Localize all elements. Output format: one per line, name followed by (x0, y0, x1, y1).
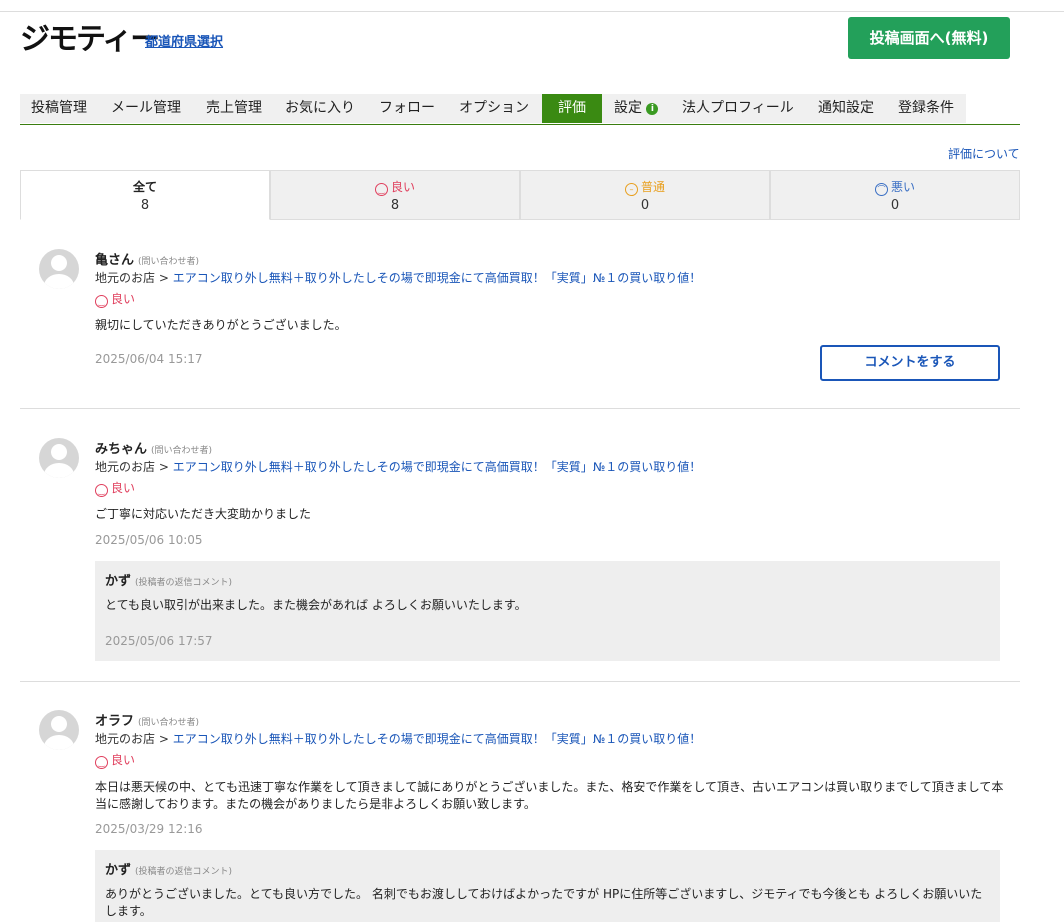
prefecture-select-link[interactable]: 都道府県選択 (145, 31, 223, 50)
avatar (39, 249, 79, 289)
review-text: 本日は悪天候の中、とても迅速丁寧な作業をして頂きまして誠にありがとうございました… (95, 780, 1004, 811)
reply-role: (投稿者の返信コメント) (135, 867, 233, 877)
reviewer-role: (問い合わせ者) (138, 257, 200, 267)
seller-reply: かず (投稿者の返信コメント) ありがとうございました。とても良い方でした。 名刺… (95, 850, 1000, 922)
listing-link[interactable]: エアコン取り外し無料＋取り外したしその場で即現金にて高価買取！「実質」№１の買い… (173, 271, 701, 285)
nav-item-settings[interactable]: 設定 i (614, 94, 659, 123)
rating-badge: ‿ 良い (95, 751, 135, 769)
review-text: ご丁寧に対応いただき大変助かりました (95, 507, 312, 521)
nav-item-registration[interactable]: 登録条件 (898, 94, 954, 123)
avatar (39, 438, 79, 478)
smile-icon: ‿ (95, 756, 108, 769)
listing-link[interactable]: エアコン取り外し無料＋取り外したしその場で即現金にて高価買取！「実質」№１の買い… (173, 732, 701, 746)
smile-icon: ‿ (95, 295, 108, 308)
nav-item-sales[interactable]: 売上管理 (206, 94, 262, 123)
reply-text: ありがとうございました。とても良い方でした。 名刺でもお渡ししておけばよかったで… (105, 887, 983, 918)
nav-item-favorites[interactable]: お気に入り (285, 94, 355, 123)
tab-all[interactable]: 全て 8 (20, 170, 270, 220)
review-date: 2025/05/06 10:05 (95, 533, 203, 547)
info-icon: i (646, 103, 659, 115)
tab-label-normal: – 普通 (521, 178, 769, 196)
sad-face-icon: ⌒ (874, 183, 888, 196)
tab-label-bad: ⌒ 悪い (771, 178, 1019, 196)
nav-item-options[interactable]: オプション (459, 94, 529, 123)
tab-count: 8 (140, 198, 150, 213)
tab-bad[interactable]: ⌒ 悪い 0 (770, 170, 1020, 220)
smile-icon: ‿ (374, 183, 388, 196)
nav-item-posts[interactable]: 投稿管理 (31, 94, 87, 123)
nav-item-notifications[interactable]: 通知設定 (818, 94, 874, 123)
top-border (0, 11, 1064, 12)
nav-item-settings-label: 設定 (614, 100, 642, 116)
listing-line: 地元のお店 > エアコン取り外し無料＋取り外したしその場で即現金にて高価買取！「… (95, 460, 702, 474)
tab-normal[interactable]: – 普通 0 (520, 170, 770, 220)
reply-date: 2025/05/06 17:57 (105, 634, 213, 648)
nav-item-follow[interactable]: フォロー (379, 94, 435, 123)
divider (20, 408, 1020, 409)
rating-badge: ‿ 良い (95, 290, 135, 308)
reviewer-role: (問い合わせ者) (138, 718, 200, 728)
reply-author: かず (投稿者の返信コメント) (105, 863, 233, 878)
review-date: 2025/03/29 12:16 (95, 822, 203, 836)
review-item: 亀さん (問い合わせ者) 地元のお店 > エアコン取り外し無料＋取り外したしその場… (20, 249, 1020, 389)
reviewer-name: オラフ (問い合わせ者) (95, 714, 200, 729)
tab-label-good: ‿ 良い (271, 178, 519, 196)
neutral-face-icon: – (624, 183, 638, 196)
review-text: 親切にしていただきありがとうございました。 (95, 318, 347, 332)
reply-text: とても良い取引が出来ました。また機会があれば よろしくお願いいたします。 (105, 598, 527, 612)
listing-line: 地元のお店 > エアコン取り外し無料＋取り外したしその場で即現金にて高価買取！「… (95, 732, 702, 746)
review-item: オラフ (問い合わせ者) 地元のお店 > エアコン取り外し無料＋取り外したしその場… (20, 710, 1020, 922)
divider (20, 681, 1020, 682)
reviewer-name: 亀さん (問い合わせ者) (95, 253, 200, 268)
comment-button[interactable]: コメントをする (820, 345, 1000, 381)
main-nav: 投稿管理 メール管理 売上管理 お気に入り フォロー オプション 評価 設定 i… (20, 94, 1020, 125)
reply-role: (投稿者の返信コメント) (135, 578, 233, 588)
listing-link[interactable]: エアコン取り外し無料＋取り外したしその場で即現金にて高価買取！「実質」№１の買い… (173, 460, 701, 474)
rating-badge: ‿ 良い (95, 479, 135, 497)
rating-filter-tabs: 全て 8 ‿ 良い 8 – 普通 0 ⌒ 悪い 0 (20, 170, 1020, 221)
listing-line: 地元のお店 > エアコン取り外し無料＋取り外したしその場で即現金にて高価買取！「… (95, 271, 702, 285)
review-date: 2025/06/04 15:17 (95, 352, 203, 366)
nav-item-business-profile[interactable]: 法人プロフィール (682, 94, 794, 123)
tab-count: 8 (390, 198, 400, 213)
post-button[interactable]: 投稿画面へ(無料) (848, 17, 1010, 59)
tab-good[interactable]: ‿ 良い 8 (270, 170, 520, 220)
seller-reply: かず (投稿者の返信コメント) とても良い取引が出来ました。また機会があれば よろ… (95, 561, 1000, 661)
review-item: みちゃん (問い合わせ者) 地元のお店 > エアコン取り外し無料＋取り外したしその… (20, 438, 1020, 668)
reply-author: かず (投稿者の返信コメント) (105, 574, 233, 589)
reviewer-role: (問い合わせ者) (151, 446, 213, 456)
jmty-logo[interactable]: ジモティー (20, 22, 160, 58)
nav-item-mail[interactable]: メール管理 (111, 94, 181, 123)
about-ratings-link[interactable]: 評価について (948, 145, 1020, 162)
tab-count: 0 (640, 198, 650, 213)
smile-icon: ‿ (95, 484, 108, 497)
avatar (39, 710, 79, 750)
reviewer-name: みちゃん (問い合わせ者) (95, 442, 213, 457)
tab-label: 全て (132, 180, 157, 194)
tab-count: 0 (890, 198, 900, 213)
nav-item-ratings[interactable]: 評価 (542, 94, 602, 123)
